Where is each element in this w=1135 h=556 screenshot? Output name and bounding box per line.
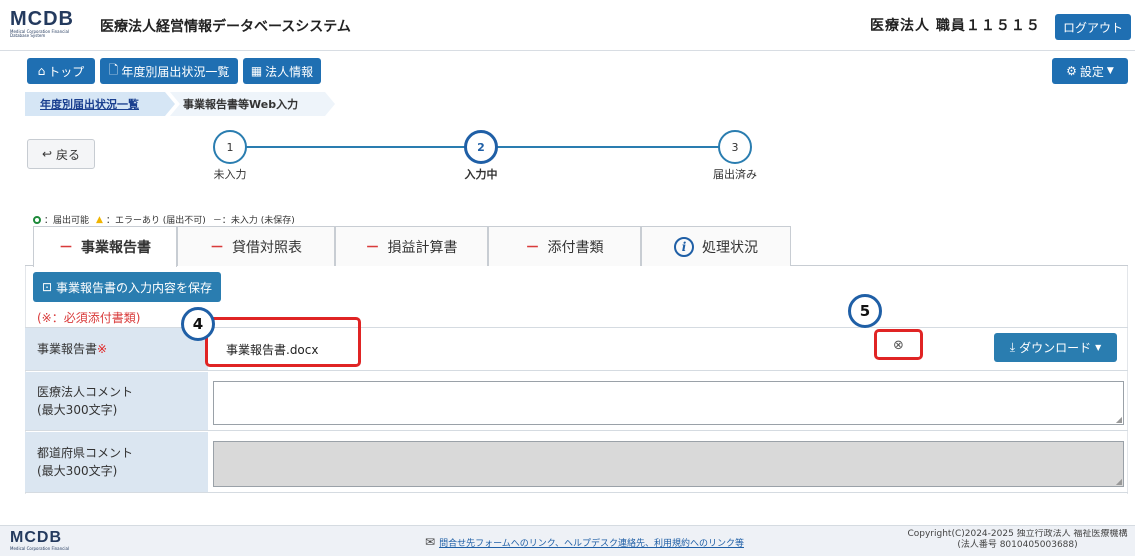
settings-label: 設定 (1079, 64, 1104, 79)
corp-info-label: 法人情報 (265, 64, 314, 79)
home-icon: ⌂ (37, 64, 46, 78)
footer-logo-subtitle: Medical Corporation Financial (10, 546, 70, 551)
info-icon: i (674, 236, 694, 257)
footer-logo-text: MCDB (10, 529, 62, 546)
tab-label: 事業報告書 (81, 240, 151, 256)
logout-button[interactable]: ログアウト (1055, 14, 1131, 40)
download-icon: ⤓ (1009, 340, 1016, 354)
save-report-button[interactable]: ⊡ 事業報告書の入力内容を保存 (33, 272, 221, 302)
tab-label: 処理状況 (702, 239, 758, 256)
tab-attachments[interactable]: － 添付書類 (488, 226, 641, 266)
pref-comment-label: 都道府県コメント (最大300文字) (25, 432, 208, 492)
breadcrumb: 年度別届出状況一覧 事業報告書等Web入力 (0, 92, 1135, 118)
legend-error: ：エラーあり (届出不可) (105, 216, 206, 226)
yearly-status-button[interactable]: 🗋 年度別届出状況一覧 (100, 58, 238, 84)
report-label-text: 事業報告書 (37, 342, 98, 356)
user-name: 医療法人 職員１１５１５ (870, 18, 1041, 34)
status-legend: ：届出可能 ▲ ：エラーあり (届出不可) －：未入力 (未保存) (33, 213, 295, 226)
tab-status-dash: － (365, 239, 380, 256)
resize-grip-icon: ◢ (1115, 477, 1122, 486)
annotation-box-4 (205, 317, 361, 367)
nav-bar: ⌂ トップ 🗋 年度別届出状況一覧 ▦ 法人情報 ⚙ 設定 ▼ (0, 52, 1135, 92)
footer-link-group: ✉ 問合せ先フォームへのリンク、ヘルプデスク連絡先、利用規約へのリンク等 (425, 535, 744, 549)
back-arrow-icon: ↩ (41, 147, 53, 161)
corp-comment-textarea[interactable]: ◢ (213, 381, 1124, 425)
step-2-label: 入力中 (464, 168, 498, 181)
tab-processing-status[interactable]: i 処理状況 (641, 226, 791, 266)
tab-label: 貸借対照表 (232, 239, 302, 256)
step-3-label: 届出済み (713, 168, 757, 181)
top-button[interactable]: ⌂ トップ (27, 58, 95, 84)
logo-text: MCDB (10, 8, 74, 30)
pref-comment-hint: (最大300文字) (37, 464, 118, 478)
annotation-badge-5: 5 (848, 294, 882, 328)
tab-balance-sheet[interactable]: － 貸借対照表 (177, 226, 335, 266)
annotation-badge-4: 4 (181, 307, 215, 341)
download-label: ダウンロード (1019, 341, 1092, 355)
top-label: トップ (48, 64, 85, 79)
corp-number: (法人番号 8010405003688) (957, 540, 1078, 550)
step-1-circle: 1 (213, 130, 247, 164)
tab-label: 添付書類 (547, 239, 604, 256)
document-icon: 🗋 (108, 62, 119, 77)
warning-triangle-icon: ▲ (96, 214, 103, 225)
app-header: MCDB Medical Corporation Financial Datab… (0, 0, 1135, 51)
settings-button[interactable]: ⚙ 設定 ▼ (1052, 58, 1128, 84)
pref-comment-title: 都道府県コメント (37, 446, 134, 460)
back-button[interactable]: ↩ 戻る (27, 139, 95, 169)
footer: MCDB Medical Corporation Financial ✉ 問合せ… (0, 525, 1135, 556)
tab-income-statement[interactable]: － 損益計算書 (335, 226, 488, 266)
download-button[interactable]: ⤓ ダウンロード ▼ (994, 333, 1117, 362)
app-title: 医療法人経営情報データベースシステム (100, 19, 351, 35)
tab-status-dash: － (59, 240, 73, 256)
corp-comment-title: 医療法人コメント (37, 385, 134, 399)
mail-icon: ✉ (425, 535, 436, 549)
save-report-label: 事業報告書の入力内容を保存 (56, 280, 213, 295)
annotation-box-5 (874, 329, 923, 360)
report-file-label: 事業報告書 ※ (25, 328, 208, 370)
logo: MCDB Medical Corporation Financial Datab… (10, 8, 74, 38)
resize-grip-icon: ◢ (1115, 415, 1122, 424)
tab-label: 損益計算書 (387, 239, 458, 256)
building-icon: ▦ (250, 64, 263, 78)
tab-status-dash: － (210, 239, 224, 256)
step-3-circle: 3 (718, 130, 752, 164)
legend-ok: ：届出可能 (44, 216, 90, 226)
breadcrumb-yearly-link[interactable]: 年度別届出状況一覧 (40, 92, 139, 116)
tab-status-dash: － (525, 239, 540, 256)
required-mark: ※ (97, 342, 108, 356)
gear-icon: ⚙ (1066, 64, 1077, 78)
step-2-circle: 2 (464, 130, 498, 164)
copyright-text: Copyright(C)2024-2025 独立行政法人 福祉医療機構 (907, 529, 1128, 539)
back-label: 戻る (56, 147, 81, 162)
legend-none: －：未入力 (未保存) (212, 216, 295, 226)
corp-comment-label: 医療法人コメント (最大300文字) (25, 372, 208, 430)
breadcrumb-current: 事業報告書等Web入力 (183, 98, 299, 111)
copyright: Copyright(C)2024-2025 独立行政法人 福祉医療機構 (法人番… (900, 529, 1135, 551)
ok-circle-icon (33, 215, 41, 224)
yearly-status-label: 年度別届出状況一覧 (121, 64, 230, 79)
required-note: (※：必須添付書類) (37, 311, 141, 325)
step-1-label: 未入力 (213, 168, 247, 181)
caret-down-icon: ▼ (1106, 66, 1114, 76)
corp-info-button[interactable]: ▦ 法人情報 (243, 58, 321, 84)
pref-comment-textarea: ◢ (213, 441, 1124, 487)
corp-comment-hint: (最大300文字) (37, 403, 118, 417)
tab-business-report[interactable]: － 事業報告書 (33, 226, 177, 267)
logo-subtitle: Medical Corporation Financial Database S… (10, 29, 70, 38)
save-icon: ⊡ (41, 280, 53, 294)
footer-logo: MCDB Medical Corporation Financial (10, 529, 69, 551)
caret-down-icon: ▼ (1095, 343, 1102, 352)
footer-links[interactable]: 問合せ先フォームへのリンク、ヘルプデスク連絡先、利用規約へのリンク等 (439, 536, 744, 549)
